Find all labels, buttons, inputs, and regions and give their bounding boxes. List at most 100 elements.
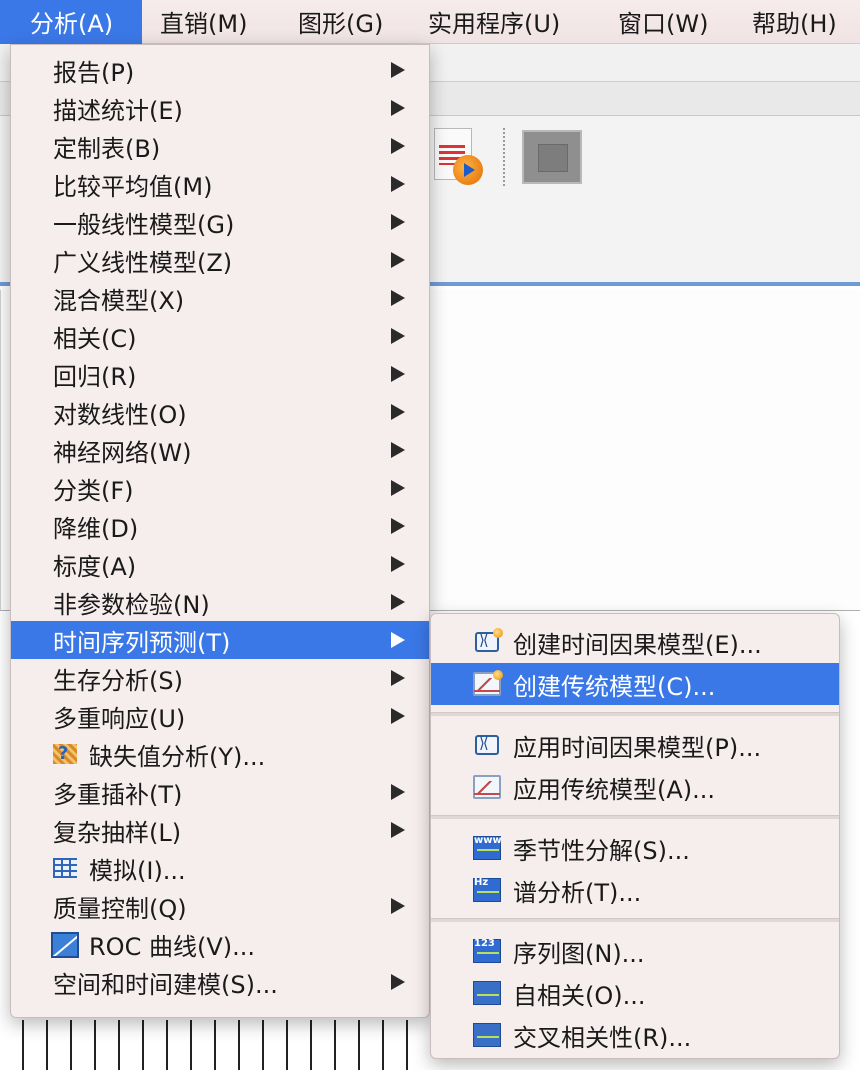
- menu-item-label: 描述统计(E): [53, 96, 183, 125]
- submenu-separator: [431, 712, 839, 716]
- menu-item-multiple-imputation[interactable]: 多重插补(T): [11, 773, 429, 811]
- sequence-chart-icon: 123: [471, 937, 503, 965]
- menu-item-custom-tables[interactable]: 定制表(B): [11, 127, 429, 165]
- menu-item-mixed-models[interactable]: 混合模型(X): [11, 279, 429, 317]
- submenu-arrow-icon: [391, 442, 405, 458]
- submenu-arrow-icon: [391, 670, 405, 686]
- menu-item-label: 混合模型(X): [53, 286, 185, 315]
- submenu-item-label: 谱分析(T)...: [513, 878, 642, 907]
- submenu-item-label: 序列图(N)...: [513, 939, 645, 968]
- missing-value-icon: ?: [49, 740, 81, 768]
- submenu-item-apply-temporal-causal-model[interactable]: 应用时间因果模型(P)...: [431, 724, 839, 766]
- submenu-arrow-icon: [391, 784, 405, 800]
- submenu-item-create-temporal-causal-model[interactable]: 创建时间因果模型(E)...: [431, 621, 839, 663]
- menu-item-label: 定制表(B): [53, 134, 161, 163]
- menu-item-time-series-forecasting[interactable]: 时间序列预测(T): [11, 621, 429, 659]
- submenu-arrow-icon: [391, 62, 405, 78]
- temporal-causal-create-icon: [471, 628, 503, 656]
- submenu-arrow-icon: [391, 822, 405, 838]
- menu-item-regression[interactable]: 回归(R): [11, 355, 429, 393]
- submenu-item-seasonal-decomposition[interactable]: www 季节性分解(S)...: [431, 827, 839, 869]
- submenu-item-spectral-analysis[interactable]: Hz 谱分析(T)...: [431, 869, 839, 911]
- menu-bar: 分析(A) 直销(M) 图形(G) 实用程序(U) 窗口(W) 帮助(H): [0, 0, 860, 44]
- menu-item-label: 缺失值分析(Y)...: [89, 742, 266, 771]
- submenu-item-create-traditional-model[interactable]: 创建传统模型(C)...: [431, 663, 839, 705]
- submenu-item-sequence-charts[interactable]: 123 序列图(N)...: [431, 930, 839, 972]
- menu-item-label: 对数线性(O): [53, 400, 187, 429]
- submenu-item-apply-traditional-model[interactable]: 应用传统模型(A)...: [431, 766, 839, 808]
- menu-item-neural-networks[interactable]: 神经网络(W): [11, 431, 429, 469]
- submenu-item-label: 自相关(O)...: [513, 981, 646, 1010]
- submenu-item-cross-correlations[interactable]: 交叉相关性(R)...: [431, 1014, 839, 1056]
- menu-item-label: 标度(A): [53, 552, 137, 581]
- submenu-item-label: 创建时间因果模型(E)...: [513, 630, 762, 659]
- submenu-arrow-icon: [391, 328, 405, 344]
- menu-item-label: 多重插补(T): [53, 780, 183, 809]
- submenu-item-label: 应用时间因果模型(P)...: [513, 733, 762, 762]
- menu-item-label: 非参数检验(N): [53, 590, 210, 619]
- menu-item-loglinear[interactable]: 对数线性(O): [11, 393, 429, 431]
- menu-item-label: 报告(P): [53, 58, 135, 87]
- submenu-item-label: 季节性分解(S)...: [513, 836, 690, 865]
- menu-item-correlate[interactable]: 相关(C): [11, 317, 429, 355]
- menu-analyze[interactable]: 分析(A): [0, 0, 142, 44]
- menu-item-scale[interactable]: 标度(A): [11, 545, 429, 583]
- toolbar-disabled-button[interactable]: [522, 130, 582, 184]
- submenu-item-label: 应用传统模型(A)...: [513, 775, 716, 804]
- menu-item-classify[interactable]: 分类(F): [11, 469, 429, 507]
- menu-utilities[interactable]: 实用程序(U): [414, 0, 606, 44]
- analyze-menu: 报告(P) 描述统计(E) 定制表(B) 比较平均值(M) 一般线性模型(G) …: [10, 44, 430, 1018]
- submenu-separator: [431, 815, 839, 819]
- menu-item-descriptive-statistics[interactable]: 描述统计(E): [11, 89, 429, 127]
- menu-item-label: 回归(R): [53, 362, 137, 391]
- menu-item-generalized-linear-models[interactable]: 广义线性模型(Z): [11, 241, 429, 279]
- menu-item-missing-value-analysis[interactable]: ? 缺失值分析(Y)...: [11, 735, 429, 773]
- menu-item-label: 模拟(I)...: [89, 856, 186, 885]
- menu-item-label: 降维(D): [53, 514, 139, 543]
- submenu-arrow-icon: [391, 974, 405, 990]
- cross-correlation-icon: [471, 1021, 503, 1049]
- menu-item-label: 多重响应(U): [53, 704, 186, 733]
- menu-item-roc-curve[interactable]: ROC 曲线(V)...: [11, 925, 429, 963]
- menu-item-label: 空间和时间建模(S)...: [53, 970, 278, 999]
- menu-item-label: 时间序列预测(T): [53, 628, 231, 657]
- submenu-arrow-icon: [391, 176, 405, 192]
- autocorrelation-icon: [471, 979, 503, 1007]
- submenu-arrow-icon: [391, 252, 405, 268]
- submenu-arrow-icon: [391, 290, 405, 306]
- spectral-analysis-icon: Hz: [471, 876, 503, 904]
- menu-item-label: 一般线性模型(G): [53, 210, 235, 239]
- menu-graphs[interactable]: 图形(G): [280, 0, 414, 44]
- menu-item-complex-samples[interactable]: 复杂抽样(L): [11, 811, 429, 849]
- data-grid-columns: [0, 1020, 430, 1070]
- menu-item-survival[interactable]: 生存分析(S): [11, 659, 429, 697]
- submenu-arrow-icon: [391, 898, 405, 914]
- submenu-item-autocorrelations[interactable]: 自相关(O)...: [431, 972, 839, 1014]
- menu-item-compare-means[interactable]: 比较平均值(M): [11, 165, 429, 203]
- menu-item-label: 生存分析(S): [53, 666, 183, 695]
- menu-item-label: 复杂抽样(L): [53, 818, 182, 847]
- submenu-arrow-icon: [391, 138, 405, 154]
- submenu-arrow-icon: [391, 366, 405, 382]
- submenu-item-label: 创建传统模型(C)...: [513, 672, 716, 701]
- roc-curve-icon: [49, 930, 81, 958]
- traditional-model-create-icon: [471, 670, 503, 698]
- submenu-arrow-icon: [391, 404, 405, 420]
- menu-item-nonparametric-tests[interactable]: 非参数检验(N): [11, 583, 429, 621]
- menu-item-dimension-reduction[interactable]: 降维(D): [11, 507, 429, 545]
- temporal-causal-apply-icon: [471, 731, 503, 759]
- menu-window[interactable]: 窗口(W): [606, 0, 744, 44]
- menu-help[interactable]: 帮助(H): [744, 0, 860, 44]
- menu-item-simulation[interactable]: 模拟(I)...: [11, 849, 429, 887]
- submenu-separator: [431, 918, 839, 922]
- menu-item-quality-control[interactable]: 质量控制(Q): [11, 887, 429, 925]
- submenu-arrow-icon: [391, 632, 405, 648]
- menu-item-label: ROC 曲线(V)...: [89, 932, 255, 961]
- menu-item-reports[interactable]: 报告(P): [11, 51, 429, 89]
- menu-item-spatial-temporal-modeling[interactable]: 空间和时间建模(S)...: [11, 963, 429, 1001]
- run-script-icon[interactable]: [434, 128, 483, 185]
- menu-item-general-linear-model[interactable]: 一般线性模型(G): [11, 203, 429, 241]
- menu-direct-marketing[interactable]: 直销(M): [142, 0, 280, 44]
- menu-item-multiple-response[interactable]: 多重响应(U): [11, 697, 429, 735]
- submenu-arrow-icon: [391, 708, 405, 724]
